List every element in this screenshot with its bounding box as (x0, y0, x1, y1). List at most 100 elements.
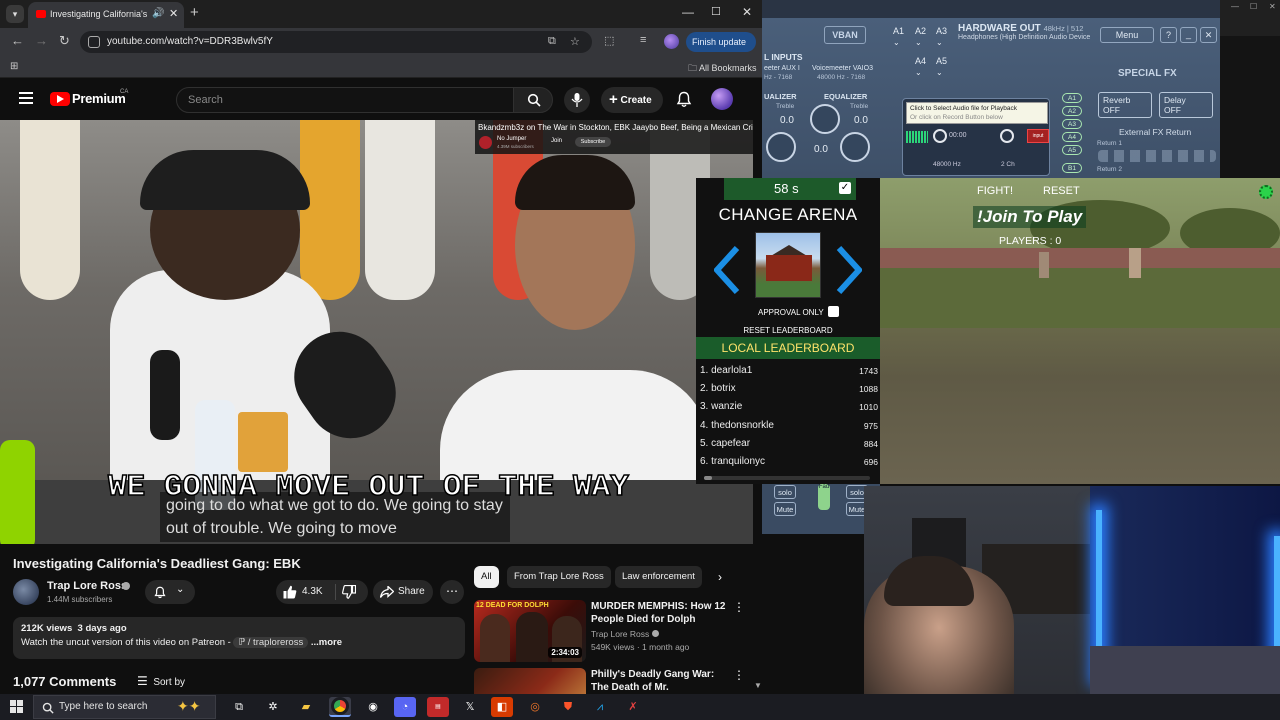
reset-leaderboard-button[interactable]: RESET LEADERBOARD (696, 326, 880, 335)
chip-from-channel[interactable]: From Trap Lore Ross (507, 566, 611, 588)
like-button[interactable] (283, 585, 297, 599)
return-knobs[interactable] (1098, 150, 1216, 162)
bus-a3-toggle[interactable]: A3 (933, 26, 950, 36)
recommendation-item[interactable]: Philly's Deadly Gang War: The Death of M… (474, 668, 754, 694)
fight-button[interactable]: FIGHT! (977, 185, 1013, 197)
taskbar-search-input[interactable]: Type here to search ✦✦ (33, 695, 216, 719)
reload-icon[interactable]: ↻ (59, 33, 70, 49)
voice-search-button[interactable] (564, 87, 590, 113)
patreon-link[interactable]: ℙ / traploreross (233, 637, 309, 648)
kebab-menu-icon[interactable]: ⋮ (733, 600, 745, 614)
profile-avatar[interactable] (664, 34, 679, 49)
bus-a5-toggle[interactable]: A5 (933, 56, 950, 66)
new-tab-icon[interactable]: + (190, 4, 199, 21)
solo-button[interactable]: solo (774, 485, 796, 499)
record-input-button[interactable]: input (1027, 129, 1049, 143)
chip-all[interactable]: All (474, 566, 499, 588)
discord-icon[interactable]: ◔ (394, 697, 416, 717)
apps-grid-icon[interactable]: ⊞ (10, 61, 18, 72)
file-explorer-icon[interactable]: ▰ (295, 697, 317, 717)
office-icon[interactable]: ◧ (491, 697, 513, 717)
slack-icon[interactable]: ✲ (262, 697, 284, 717)
recommendation-item[interactable]: 12 DEAD FOR DOLPH 2:34:03 MURDER MEMPHIS… (474, 600, 754, 662)
recommendation-thumbnail[interactable] (474, 668, 586, 694)
fader-handle[interactable]: Fad (818, 484, 830, 510)
leaderboard-scrollbar[interactable] (704, 476, 870, 480)
help-button[interactable]: ? (1160, 27, 1177, 43)
mute-button[interactable]: Mute (774, 502, 796, 516)
speaker-icon[interactable]: 🔊 (152, 8, 164, 19)
rewind-icon[interactable] (933, 129, 947, 143)
extensions-icon[interactable]: ⬚ (604, 34, 614, 47)
close-window-icon[interactable]: ✕ (742, 5, 752, 19)
eq-knob[interactable] (840, 132, 870, 162)
video-player[interactable]: Bkandzmb3z on The War in Stockton, EBK J… (0, 120, 753, 544)
notifications-bell-icon[interactable] (676, 91, 692, 108)
app-icon[interactable]: ✗ (622, 697, 644, 717)
channel-name[interactable]: Trap Lore Ross (47, 580, 127, 592)
recommendation-title[interactable]: MURDER MEMPHIS: How 12 People Died for D… (591, 600, 731, 626)
kebab-menu-icon[interactable]: ⋮ (733, 668, 745, 682)
subscribed-bell-button[interactable]: ⌄ (145, 580, 195, 604)
scroll-thumb[interactable] (704, 476, 712, 480)
address-bar[interactable]: youtube.com/watch?v=DDR3Bwlv5fY ⧉ ☆ (80, 31, 592, 53)
reset-button[interactable]: RESET (1043, 185, 1080, 197)
reverb-button[interactable]: Reverb OFF (1098, 92, 1152, 118)
brave-icon[interactable]: ⛊ (557, 697, 579, 717)
sort-button[interactable]: ☰ Sort by (137, 674, 185, 688)
minimize-icon[interactable]: — (682, 5, 694, 19)
bus-a4-toggle[interactable]: A4 (912, 56, 929, 66)
player-bus-a1[interactable]: A1 (1062, 93, 1082, 103)
share-button[interactable]: Share (373, 580, 433, 604)
vban-button[interactable]: VBAN (824, 26, 866, 44)
channel-avatar[interactable] (13, 579, 39, 605)
cast-icon[interactable]: ⧉ (548, 35, 556, 48)
account-avatar[interactable] (711, 88, 733, 110)
gear-icon[interactable] (1259, 185, 1273, 199)
obs-icon[interactable]: ◉ (362, 697, 384, 717)
player-bus-b1[interactable]: B1 (1062, 163, 1082, 173)
bus-a1-toggle[interactable]: A1 (890, 26, 907, 36)
arrow-left-icon[interactable] (714, 246, 740, 294)
reading-list-icon[interactable]: ≡ (640, 34, 646, 46)
minimize-icon[interactable]: _ (1180, 27, 1197, 43)
search-input[interactable]: Search (176, 87, 514, 113)
all-bookmarks-button[interactable]: 🗀 All Bookmarks (688, 61, 757, 77)
description-box[interactable]: 212K views 3 days ago Watch the uncut ve… (13, 617, 465, 659)
forward-icon[interactable] (1000, 129, 1014, 143)
bookmark-star-icon[interactable]: ☆ (570, 35, 580, 48)
bus-a2-toggle[interactable]: A2 (912, 26, 929, 36)
tab-search-button[interactable]: ▾ (6, 5, 24, 23)
x-app-icon[interactable]: 𝕏 (459, 697, 481, 717)
minimize-icon[interactable]: — (1231, 2, 1239, 11)
back-icon[interactable]: ← (11, 33, 24, 48)
menu-button[interactable]: Menu (1100, 27, 1154, 43)
youtube-logo-icon[interactable] (50, 92, 70, 106)
chip-law-enforcement[interactable]: Law enforcement (615, 566, 702, 588)
approval-only-checkbox[interactable] (828, 306, 839, 317)
task-view-icon[interactable]: ⧉ (228, 697, 250, 717)
windows-start-icon[interactable] (10, 700, 23, 713)
player-bus-a3[interactable]: A3 (1062, 119, 1082, 129)
vscode-icon[interactable]: ⩘ (589, 697, 611, 717)
delay-button[interactable]: Delay OFF (1159, 92, 1213, 118)
cassette-player-panel[interactable]: Click to Select Audio file for Playback … (902, 98, 1050, 176)
close-icon[interactable]: ✕ (1200, 27, 1217, 43)
maximize-icon[interactable]: ☐ (1250, 2, 1257, 11)
chrome-icon[interactable] (329, 697, 351, 717)
timer-checkbox[interactable]: ✓ (839, 182, 851, 194)
arrow-right-icon[interactable] (836, 246, 862, 294)
eq-knob[interactable] (766, 132, 796, 162)
player-bus-a5[interactable]: A5 (1062, 145, 1082, 155)
player-bus-a4[interactable]: A4 (1062, 132, 1082, 142)
menu-icon[interactable] (19, 92, 33, 107)
browser-tab-active[interactable]: Investigating California's De 🔊 ✕ (28, 2, 184, 28)
dislike-button[interactable] (342, 585, 356, 599)
recommendation-title[interactable]: Philly's Deadly Gang War: The Death of M… (591, 668, 731, 694)
eq-knob[interactable] (810, 104, 840, 134)
stream-deck-icon[interactable]: ▤ (427, 697, 449, 717)
blender-icon[interactable]: ◎ (524, 697, 546, 717)
recommendation-thumbnail[interactable]: 12 DEAD FOR DOLPH 2:34:03 (474, 600, 586, 662)
search-button[interactable] (513, 87, 553, 113)
forward-icon[interactable]: → (35, 33, 48, 48)
